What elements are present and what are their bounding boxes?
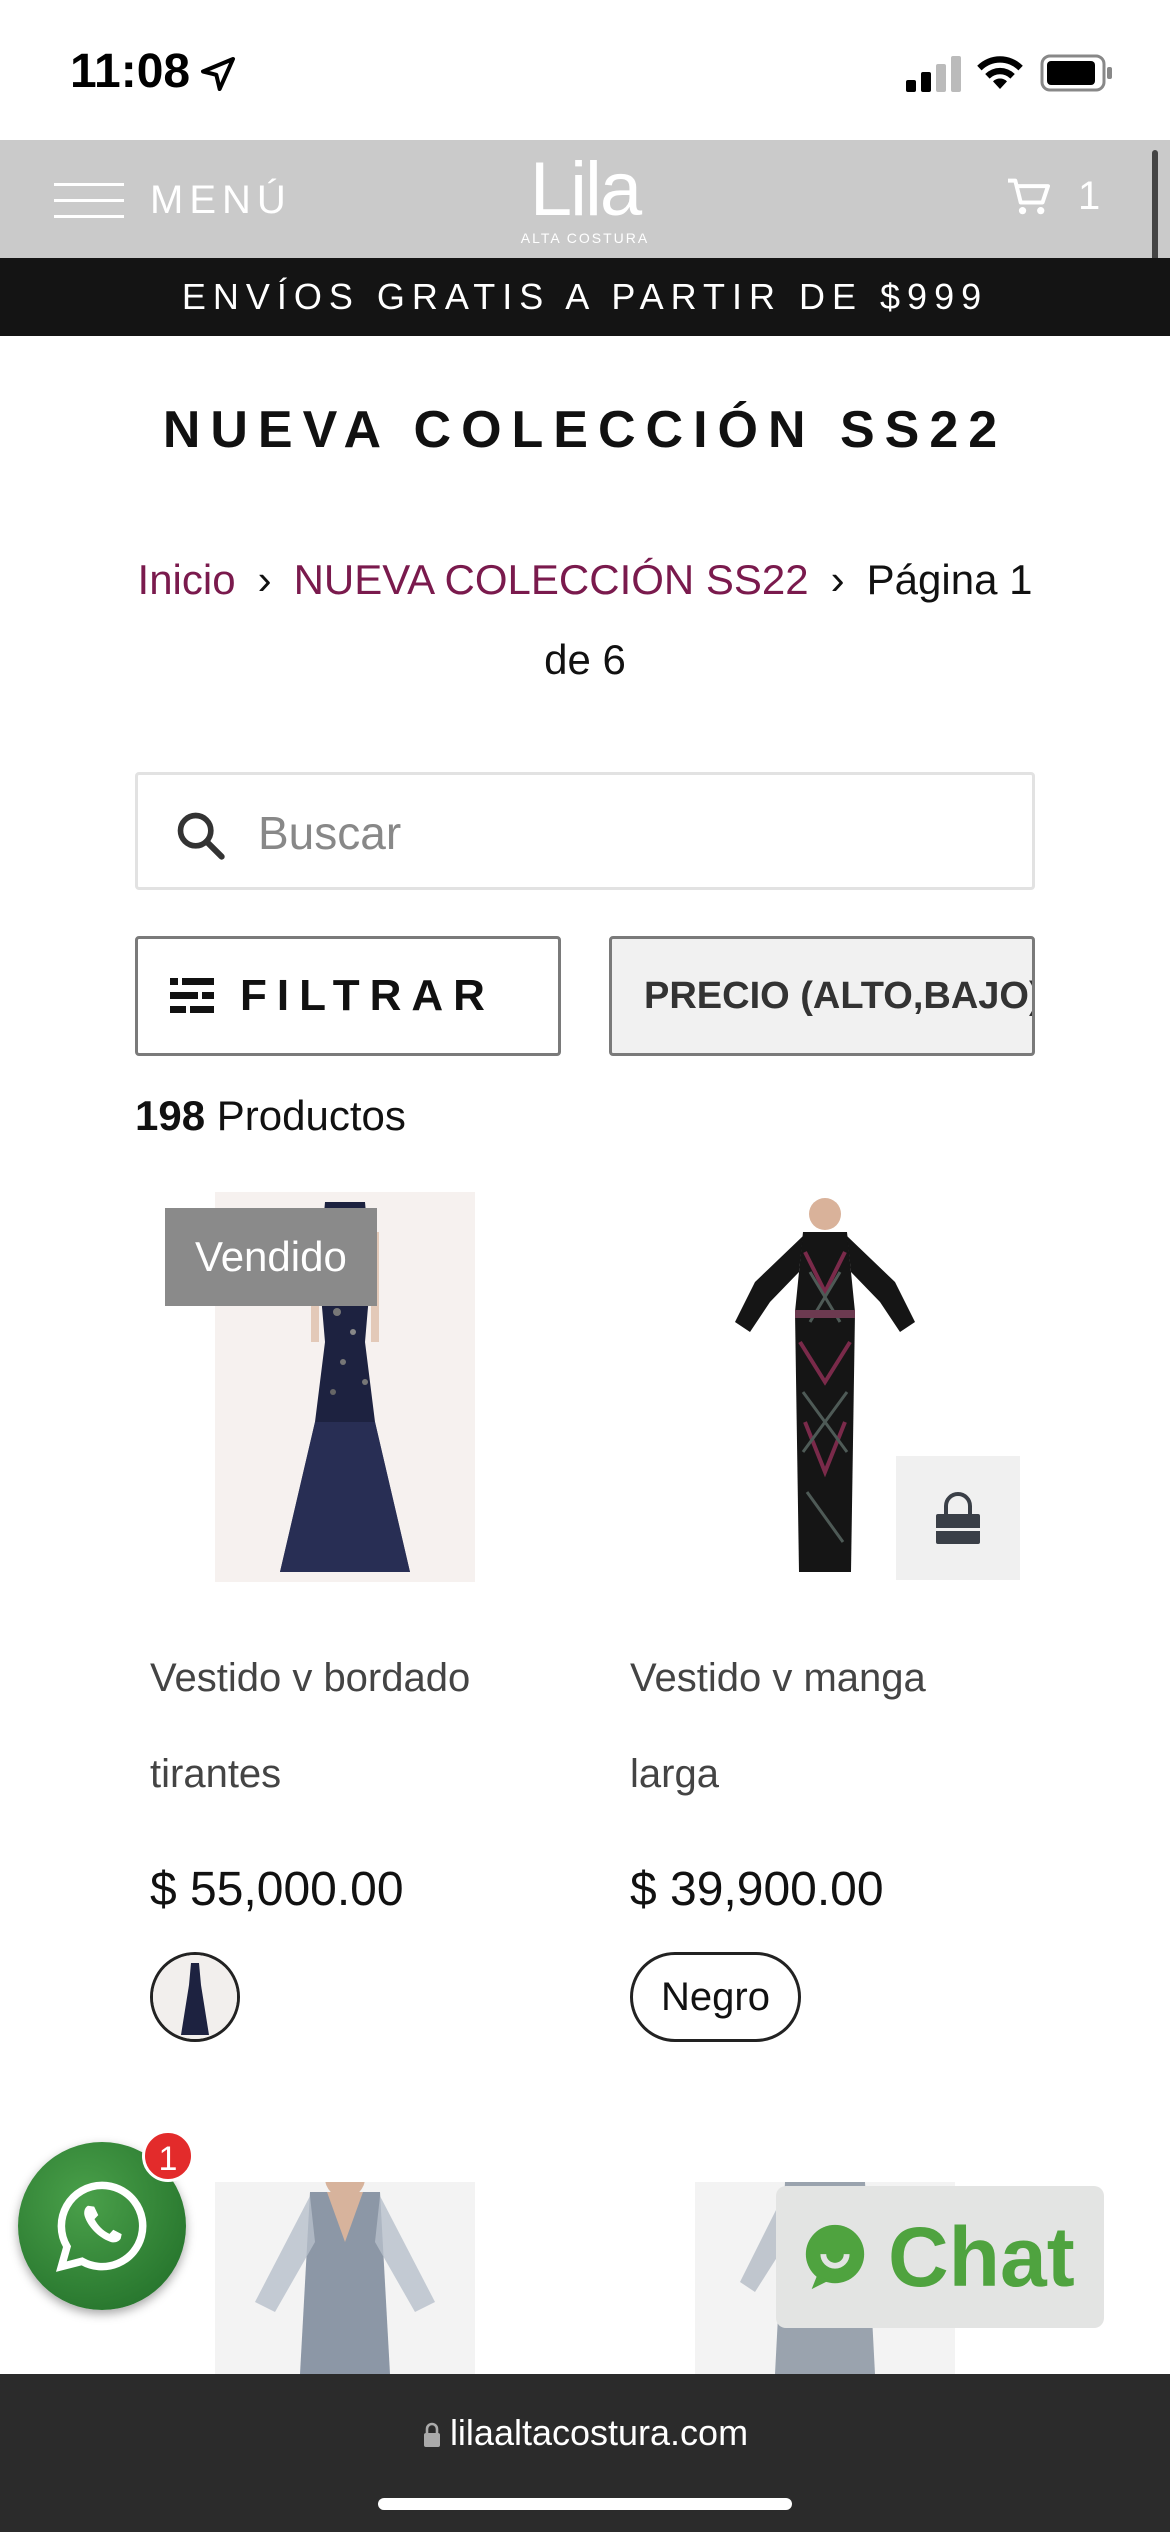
- site-logo[interactable]: Lila ALTA COSTURA: [505, 147, 665, 247]
- breadcrumb: Inicio › NUEVA COLECCIÓN SS22 › Página 1 de …: [130, 540, 1040, 700]
- shopping-bag-icon: [936, 1492, 980, 1544]
- product-count-number: 198: [135, 1092, 206, 1139]
- chevron-right-icon: ›: [830, 556, 845, 603]
- product-name-line2[interactable]: larga: [630, 1726, 1050, 1822]
- home-indicator[interactable]: [378, 2498, 792, 2510]
- breadcrumb-home-link[interactable]: Inicio: [138, 556, 236, 603]
- filter-button[interactable]: FILTRAR: [135, 936, 561, 1056]
- page-title: NUEVA COLECCIÓN SS22: [162, 401, 1008, 459]
- site-header: MENÚ Lila ALTA COSTURA 1: [0, 140, 1170, 258]
- sort-label: PRECIO (ALTO,BAJO): [644, 974, 1035, 1017]
- product-name[interactable]: Vestido v bordado: [150, 1630, 570, 1726]
- product-name-line2[interactable]: tirantes: [150, 1726, 570, 1822]
- quick-add-button[interactable]: [896, 1456, 1020, 1580]
- notification-badge: 1: [142, 2130, 194, 2182]
- filter-label: FILTRAR: [240, 971, 495, 1020]
- product-price: $ 55,000.00: [150, 1863, 404, 1916]
- url-text: lilaaltacostura.com: [449, 2412, 749, 2453]
- logo-wordmark: Lila: [529, 147, 642, 232]
- wifi-icon: [977, 56, 1023, 89]
- battery-icon: [1040, 54, 1112, 92]
- address-display[interactable]: lilaaltacostura.com: [0, 2412, 1170, 2454]
- product-image[interactable]: [215, 2182, 475, 2374]
- variant-option[interactable]: Negro: [630, 1952, 801, 2042]
- dress-photo-silver: [215, 2182, 475, 2374]
- swatch-thumbnail: [153, 1955, 237, 2039]
- search-box: [135, 772, 1035, 890]
- cart-count: 1: [1078, 174, 1101, 218]
- location-arrow-icon: [201, 57, 235, 91]
- hamburger-icon: [54, 179, 124, 221]
- promo-banner: ENVÍOS GRATIS A PARTIR DE $999: [0, 258, 1170, 336]
- search-icon: [177, 812, 225, 860]
- logo-tagline: ALTA COSTURA: [520, 230, 650, 246]
- chat-button[interactable]: Chat: [776, 2186, 1104, 2328]
- filter-icon: [170, 978, 214, 1013]
- sold-out-badge: Vendido: [165, 1208, 377, 1306]
- chat-bubble-icon: [805, 2224, 865, 2290]
- cart-button[interactable]: 1: [1006, 174, 1100, 219]
- menu-button[interactable]: MENÚ: [54, 174, 292, 226]
- product-price: $ 39,900.00: [630, 1863, 884, 1916]
- whatsapp-icon: [56, 2181, 147, 2272]
- lock-icon: [423, 2422, 440, 2447]
- product-count-label: Productos: [216, 1092, 406, 1139]
- product-name[interactable]: Vestido v manga: [630, 1630, 1050, 1726]
- menu-label: MENÚ: [150, 177, 292, 222]
- chat-label: Chat: [888, 2209, 1075, 2304]
- search-input[interactable]: [258, 785, 998, 881]
- status-time: 11:08: [70, 45, 191, 98]
- chevron-right-icon: ›: [257, 556, 272, 603]
- status-bar: 11:08: [0, 0, 1170, 140]
- product-count: 198 Productos: [135, 1092, 406, 1140]
- signal-icon: [906, 56, 961, 92]
- cart-icon: [1008, 178, 1050, 214]
- breadcrumb-collection-link[interactable]: NUEVA COLECCIÓN SS22: [294, 556, 809, 603]
- sort-select[interactable]: PRECIO (ALTO,BAJO): [609, 936, 1035, 1056]
- color-swatch[interactable]: [150, 1952, 240, 2042]
